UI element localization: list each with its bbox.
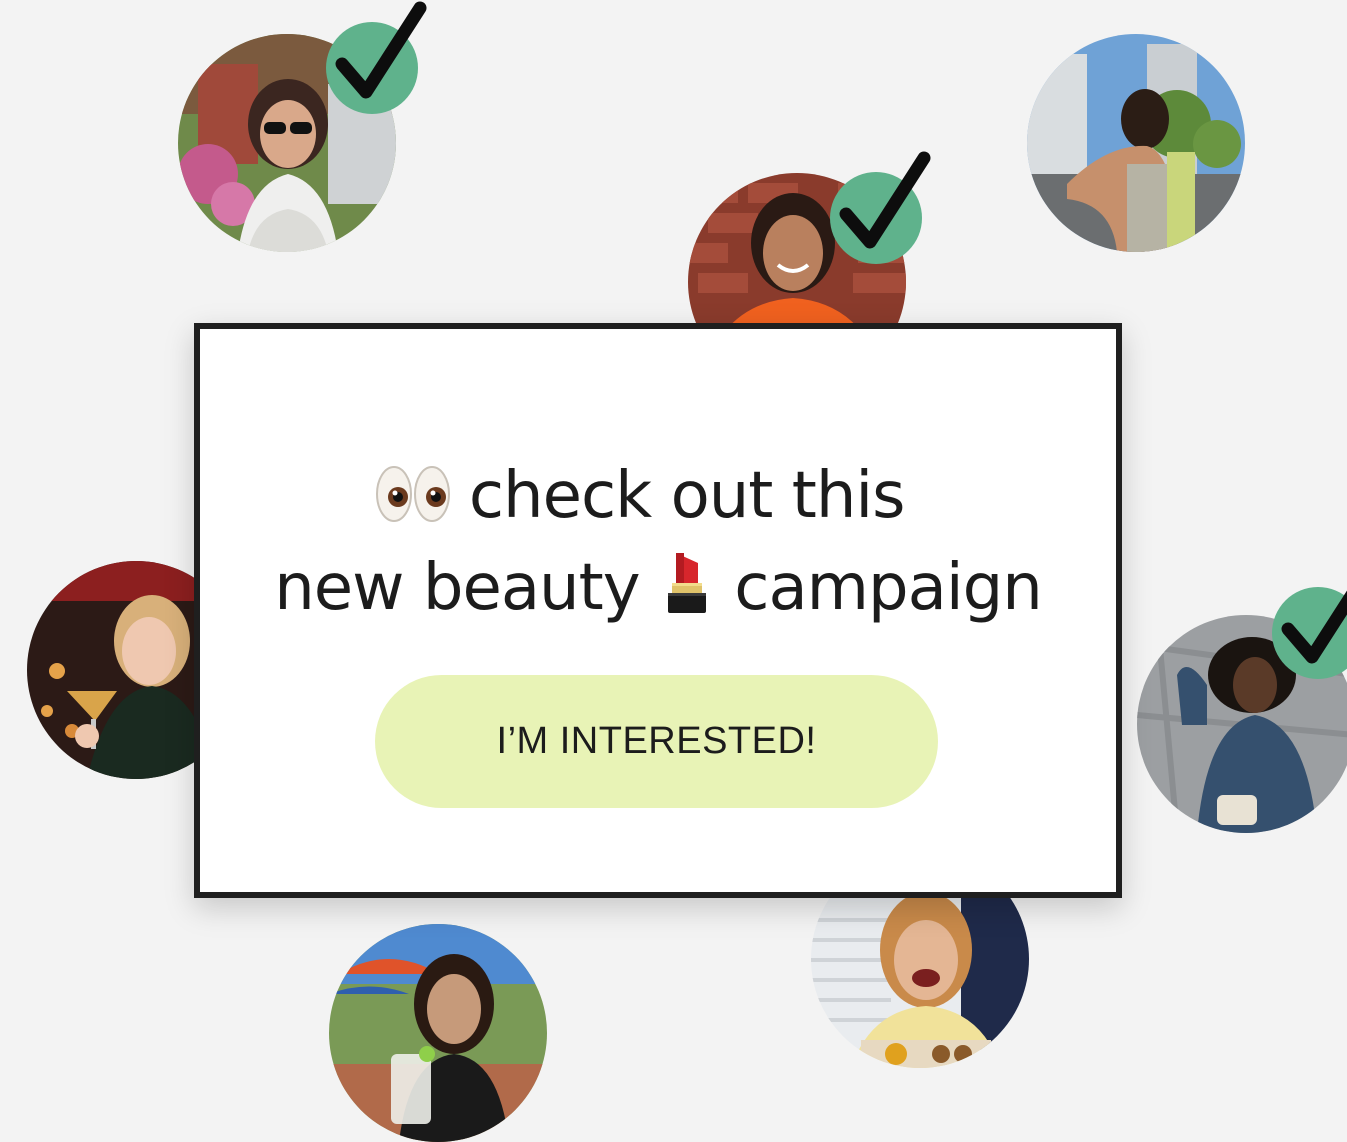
- checkmark-icon: [1281, 590, 1347, 664]
- creator-photo: [329, 924, 547, 1142]
- headline-line-2: new beauty campaign: [200, 545, 1116, 637]
- headline-line-1: check out this: [200, 453, 1116, 545]
- selected-check-badge-2: [830, 151, 931, 264]
- headline-line-2-text-a: new beauty: [274, 551, 640, 625]
- eyes-emoji-icon: [375, 459, 450, 545]
- creator-avatar-6[interactable]: [329, 924, 547, 1142]
- creator-avatar-3[interactable]: [1027, 34, 1245, 252]
- selected-check-badge-3: [1272, 587, 1347, 679]
- checkmark-icon: [335, 1, 427, 99]
- campaign-headline: check out this new beauty campaign: [200, 453, 1116, 637]
- creator-photo: [1027, 34, 1245, 252]
- headline-line-1-text: check out this: [468, 459, 906, 533]
- checkmark-icon: [839, 151, 931, 249]
- headline-line-2-text-b: campaign: [734, 551, 1043, 625]
- campaign-invite-card: check out this new beauty campaign I’M I…: [194, 323, 1122, 898]
- im-interested-button[interactable]: I’M INTERESTED!: [375, 675, 938, 808]
- selected-check-badge-1: [326, 1, 427, 114]
- lipstick-emoji-icon: [659, 549, 715, 637]
